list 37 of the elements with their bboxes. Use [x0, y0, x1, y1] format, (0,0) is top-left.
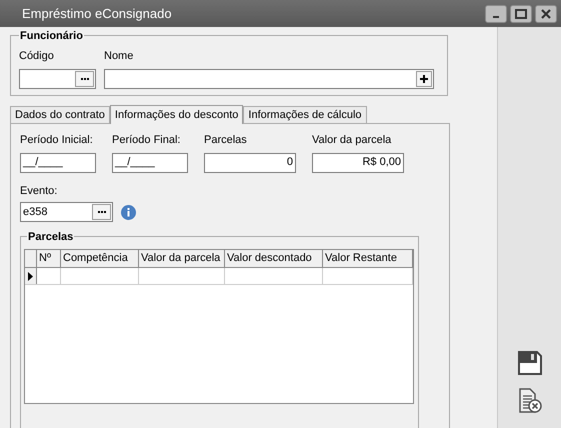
minimize-button[interactable] — [485, 4, 507, 22]
maximize-icon — [515, 8, 527, 18]
input-field[interactable]: 0 — [204, 152, 296, 172]
field-label: Período Final: — [112, 133, 182, 148]
field-label: Parcelas — [204, 133, 248, 148]
lookup-button[interactable] — [75, 70, 94, 86]
field-label: Período Inicial: — [20, 133, 94, 148]
info-icon[interactable] — [121, 204, 136, 220]
minimize-icon — [493, 16, 499, 18]
current-row-icon — [28, 272, 33, 280]
column-header[interactable]: Valor Restante — [323, 250, 413, 267]
field-label: Nome — [104, 49, 134, 64]
tab[interactable]: Informações de cálculo — [243, 106, 367, 123]
lookup-button[interactable] — [92, 204, 111, 220]
tab[interactable]: Dados do contrato — [10, 106, 110, 123]
window-title: Empréstimo eConsignado — [22, 4, 173, 23]
close-icon — [541, 8, 551, 18]
input-field[interactable]: R$ 0,00 — [312, 152, 404, 172]
add-button[interactable] — [416, 70, 432, 86]
input-field[interactable]: __/____ — [20, 152, 96, 172]
save-icon[interactable] — [516, 350, 542, 376]
field-label: Evento: — [20, 184, 58, 198]
close-button[interactable] — [535, 4, 557, 22]
column-header[interactable]: Nº — [37, 250, 61, 267]
field-label: Código — [19, 49, 55, 64]
column-header[interactable]: Valor da parcela — [139, 250, 225, 267]
column-header[interactable]: Valor descontado — [225, 250, 323, 267]
event-field[interactable]: e358 — [20, 202, 113, 222]
name-field[interactable] — [104, 68, 434, 88]
plus-icon — [420, 74, 428, 82]
maximize-button[interactable] — [510, 4, 532, 22]
field-label: Valor da parcela — [312, 133, 392, 148]
code-field[interactable] — [19, 68, 96, 88]
column-header[interactable]: Competência — [61, 250, 139, 267]
input-field[interactable]: __/____ — [112, 152, 188, 172]
tab[interactable]: Informações do desconto — [110, 105, 244, 124]
document-delete-icon[interactable] — [516, 388, 542, 414]
